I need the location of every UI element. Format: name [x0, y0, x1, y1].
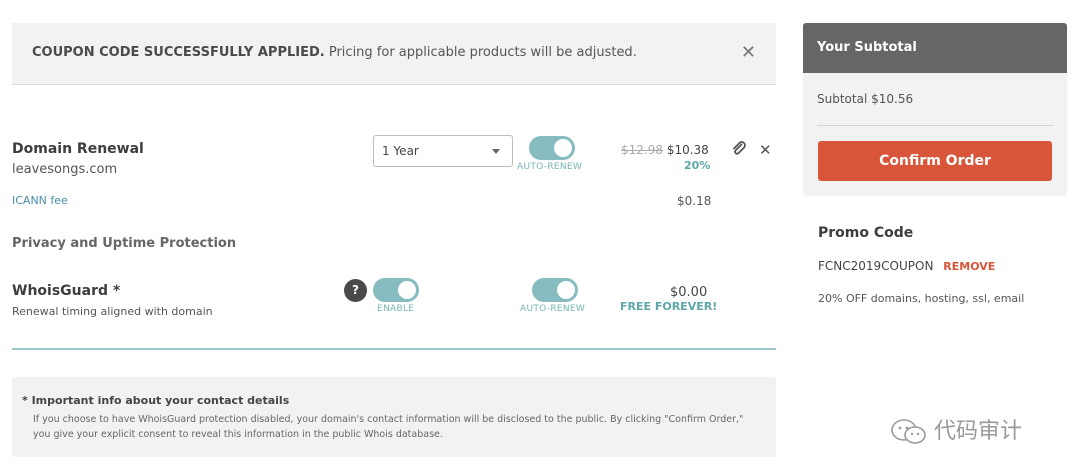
help-icon[interactable]: ? — [344, 279, 367, 302]
watermark-text: 代码审计 — [934, 419, 1023, 444]
chevron-down-icon — [492, 149, 500, 154]
domain-price: $12.98 $10.38 — [621, 143, 709, 157]
whoisguard-free-label: FREE FOREVER! — [620, 300, 718, 313]
wechat-icon — [891, 419, 926, 444]
whoisguard-title: WhoisGuard * — [12, 283, 121, 299]
paperclip-icon[interactable] — [731, 141, 747, 161]
icann-fee-price: $0.18 — [677, 194, 712, 208]
domain-name: leavesongs.com — [12, 162, 118, 177]
domain-new-price: $10.38 — [666, 143, 709, 157]
promo-code-value: FCNC2019COUPON — [818, 259, 934, 273]
domain-renewal-title: Domain Renewal — [12, 141, 144, 157]
whoisguard-auto-renew-toggle[interactable] — [532, 278, 578, 302]
toggle-knob — [398, 281, 416, 299]
subtotal-divider — [817, 125, 1053, 126]
domain-auto-renew-label: AUTO-RENEW — [517, 162, 583, 172]
confirm-order-button[interactable]: Confirm Order — [818, 141, 1052, 181]
contact-info-body: If you choose to have WhoisGuard protect… — [33, 414, 744, 440]
promo-code-row: FCNC2019COUPON REMOVE — [818, 259, 995, 273]
privacy-section-title: Privacy and Uptime Protection — [12, 236, 237, 251]
coupon-message-text: Pricing for applicable products will be … — [324, 45, 637, 60]
toggle-knob — [557, 281, 575, 299]
subtotal-amount: Subtotal $10.56 — [817, 92, 914, 106]
subtotal-panel: Your Subtotal Subtotal $10.56 Confirm Or… — [803, 23, 1067, 196]
whoisguard-subtitle: Renewal timing aligned with domain — [12, 305, 213, 318]
banner-close-button[interactable]: ✕ — [741, 42, 756, 63]
section-divider — [12, 348, 776, 350]
term-select-value: 1 Year — [382, 144, 419, 158]
toggle-knob — [554, 139, 572, 157]
domain-old-price: $12.98 — [621, 143, 663, 157]
remove-item-icon[interactable]: ✕ — [759, 141, 772, 159]
promo-description: 20% OFF domains, hosting, ssl, email — [818, 292, 1025, 305]
domain-auto-renew-toggle[interactable] — [529, 136, 575, 160]
whoisguard-enable-label: ENABLE — [377, 304, 415, 314]
coupon-message: COUPON CODE SUCCESSFULLY APPLIED. Pricin… — [32, 45, 637, 60]
promo-code-title: Promo Code — [818, 225, 914, 241]
term-select[interactable]: 1 Year — [373, 135, 513, 167]
whoisguard-enable-toggle[interactable] — [373, 278, 419, 302]
icann-fee-link[interactable]: ICANN fee — [12, 194, 68, 207]
coupon-message-bold: COUPON CODE SUCCESSFULLY APPLIED. — [32, 45, 325, 60]
whoisguard-auto-renew-label: AUTO-RENEW — [520, 304, 586, 314]
contact-info-notice: * Important info about your contact deta… — [12, 377, 776, 457]
domain-discount: 20% — [684, 159, 711, 172]
coupon-banner: COUPON CODE SUCCESSFULLY APPLIED. Pricin… — [12, 23, 776, 85]
whoisguard-price: $0.00 — [670, 285, 708, 300]
contact-info-title: * Important info about your contact deta… — [22, 394, 290, 407]
watermark: 代码审计 — [890, 413, 1022, 446]
subtotal-title: Your Subtotal — [803, 23, 1067, 73]
promo-remove-link[interactable]: REMOVE — [943, 260, 995, 273]
